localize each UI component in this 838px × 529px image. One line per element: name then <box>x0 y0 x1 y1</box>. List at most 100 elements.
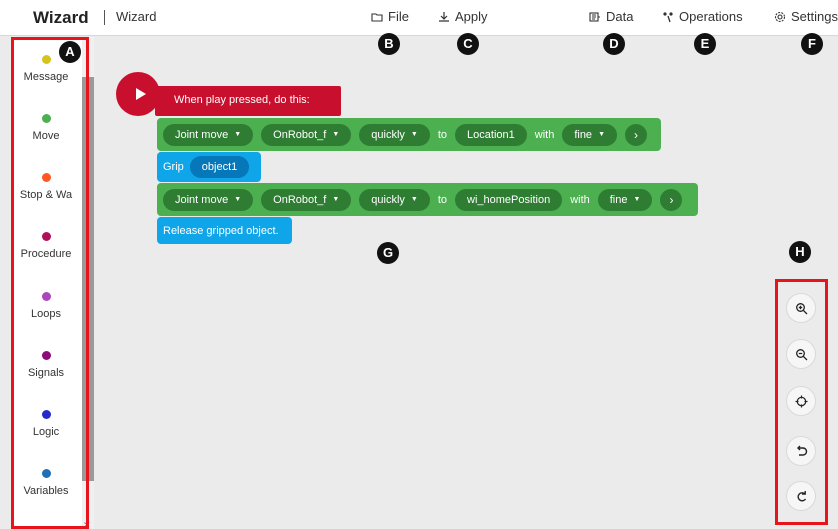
speed-dropdown[interactable]: quickly ▼ <box>359 123 430 146</box>
dropdown-caret-icon: ▼ <box>598 131 605 138</box>
category-loops[interactable]: Loops <box>11 292 81 320</box>
target-location-field[interactable]: wi_homePosition <box>455 188 563 211</box>
dropdown-caret-icon: ▼ <box>234 196 242 203</box>
grip-label: Grip <box>163 161 184 173</box>
menu-settings[interactable]: Settings <box>774 9 838 24</box>
category-label: Stop & Wa <box>19 189 73 201</box>
menu-data[interactable]: Data <box>589 9 633 24</box>
block-category-sidebar: ✕ Message Move Stop & Wa Procedure Loops… <box>11 37 94 529</box>
grip-object-label: object1 <box>201 161 238 173</box>
hat-block-label: When play pressed, do this: <box>174 94 310 106</box>
dropdown-caret-icon: ▼ <box>410 196 418 203</box>
speed-label: quickly <box>371 128 405 141</box>
recenter-button[interactable] <box>786 386 816 416</box>
play-icon <box>136 88 146 100</box>
brand-title: Wizard <box>33 8 89 27</box>
redo-icon <box>796 490 806 501</box>
menu-operations-label: Operations <box>679 9 743 24</box>
operations-icon <box>663 11 673 22</box>
badge-a: A <box>59 41 81 63</box>
download-icon <box>439 11 449 22</box>
menu-apply-label: Apply <box>455 9 488 24</box>
category-dot <box>41 292 51 301</box>
badge-e: E <box>694 33 716 55</box>
category-variables[interactable]: Variables <box>11 469 81 497</box>
release-block[interactable]: Release gripped object. <box>157 217 292 244</box>
top-bar: Wizard Wizard File Apply Data Operations… <box>0 0 838 36</box>
category-dot <box>41 410 51 419</box>
speed-label: quickly <box>371 193 405 206</box>
category-label: Loops <box>31 308 61 320</box>
category-label: Signals <box>27 367 65 379</box>
category-label: Procedure <box>20 248 72 260</box>
tool-label: OnRobot_f <box>273 193 327 206</box>
zoom-in-button[interactable] <box>786 293 816 323</box>
category-label: Move <box>32 130 60 142</box>
expand-chevron-icon[interactable]: › <box>660 188 683 211</box>
category-dot <box>41 351 51 360</box>
to-label: to <box>437 193 448 206</box>
precision-label: fine <box>609 193 628 206</box>
category-logic[interactable]: Logic <box>11 410 81 438</box>
brand-divider <box>104 10 105 25</box>
menu-file[interactable]: File <box>371 9 409 24</box>
menu-operations[interactable]: Operations <box>662 9 743 24</box>
move-type-label: Joint move <box>175 193 229 206</box>
redo-button[interactable] <box>786 481 816 511</box>
category-procedure[interactable]: Procedure <box>11 232 81 260</box>
grip-object-field[interactable]: object1 <box>189 156 250 178</box>
target-label: Location1 <box>467 128 515 141</box>
category-dot <box>41 114 51 123</box>
data-icon <box>589 11 600 22</box>
gear-icon <box>774 11 786 22</box>
target-location-field[interactable]: Location1 <box>455 123 527 146</box>
category-dot <box>41 173 51 182</box>
target-label: wi_homePosition <box>467 193 551 206</box>
precision-dropdown[interactable]: fine ▼ <box>562 123 617 146</box>
category-label: Logic <box>32 426 60 438</box>
scroll-down-icon[interactable]: ✕ <box>83 520 91 529</box>
release-label: Release gripped object. <box>163 224 279 237</box>
menu-settings-label: Settings <box>791 9 838 24</box>
with-label: with <box>570 193 590 206</box>
precision-dropdown[interactable]: fine ▼ <box>597 188 653 211</box>
to-label: to <box>437 128 448 141</box>
dropdown-caret-icon: ▼ <box>332 131 340 138</box>
move-type-dropdown[interactable]: Joint move ▼ <box>163 123 254 146</box>
move-type-label: Joint move <box>175 128 229 141</box>
category-stop-wait[interactable]: Stop & Wa <box>11 173 81 201</box>
expand-chevron-icon[interactable]: › <box>625 123 647 146</box>
grip-block[interactable]: Grip object1 <box>157 152 261 182</box>
tool-dropdown[interactable]: OnRobot_f ▼ <box>261 188 352 211</box>
category-signals[interactable]: Signals <box>11 351 81 379</box>
category-label: Variables <box>23 485 69 497</box>
joint-move-block-2[interactable]: Joint move ▼ OnRobot_f ▼ quickly ▼ to wi_ho… <box>157 183 698 216</box>
category-dot <box>41 469 51 478</box>
dropdown-caret-icon: ▼ <box>633 196 641 203</box>
undo-button[interactable] <box>786 436 816 466</box>
precision-label: fine <box>574 128 593 141</box>
undo-icon <box>796 445 807 456</box>
move-type-dropdown[interactable]: Joint move ▼ <box>163 188 254 211</box>
badge-d: D <box>603 33 625 55</box>
badge-f: F <box>801 33 823 55</box>
category-dot <box>41 55 51 64</box>
category-label: Message <box>23 71 69 83</box>
app-subtitle: Wizard <box>116 9 157 24</box>
dropdown-caret-icon: ▼ <box>234 131 242 138</box>
dropdown-caret-icon: ▼ <box>332 196 340 203</box>
with-label: with <box>534 128 555 141</box>
zoom-out-icon <box>795 348 807 360</box>
menu-apply[interactable]: Apply <box>438 9 488 24</box>
zoom-out-button[interactable] <box>786 339 816 369</box>
sidebar-scrollbar[interactable] <box>82 77 94 481</box>
folder-icon <box>371 12 383 22</box>
category-move[interactable]: Move <box>11 114 81 142</box>
recenter-icon <box>795 395 807 407</box>
category-dot <box>41 232 51 241</box>
speed-dropdown[interactable]: quickly ▼ <box>359 188 430 211</box>
tool-dropdown[interactable]: OnRobot_f ▼ <box>261 123 352 146</box>
badge-h: H <box>789 241 811 263</box>
joint-move-block-1[interactable]: Joint move ▼ OnRobot_f ▼ quickly ▼ to Locat… <box>157 118 661 151</box>
badge-g: G <box>377 242 399 264</box>
